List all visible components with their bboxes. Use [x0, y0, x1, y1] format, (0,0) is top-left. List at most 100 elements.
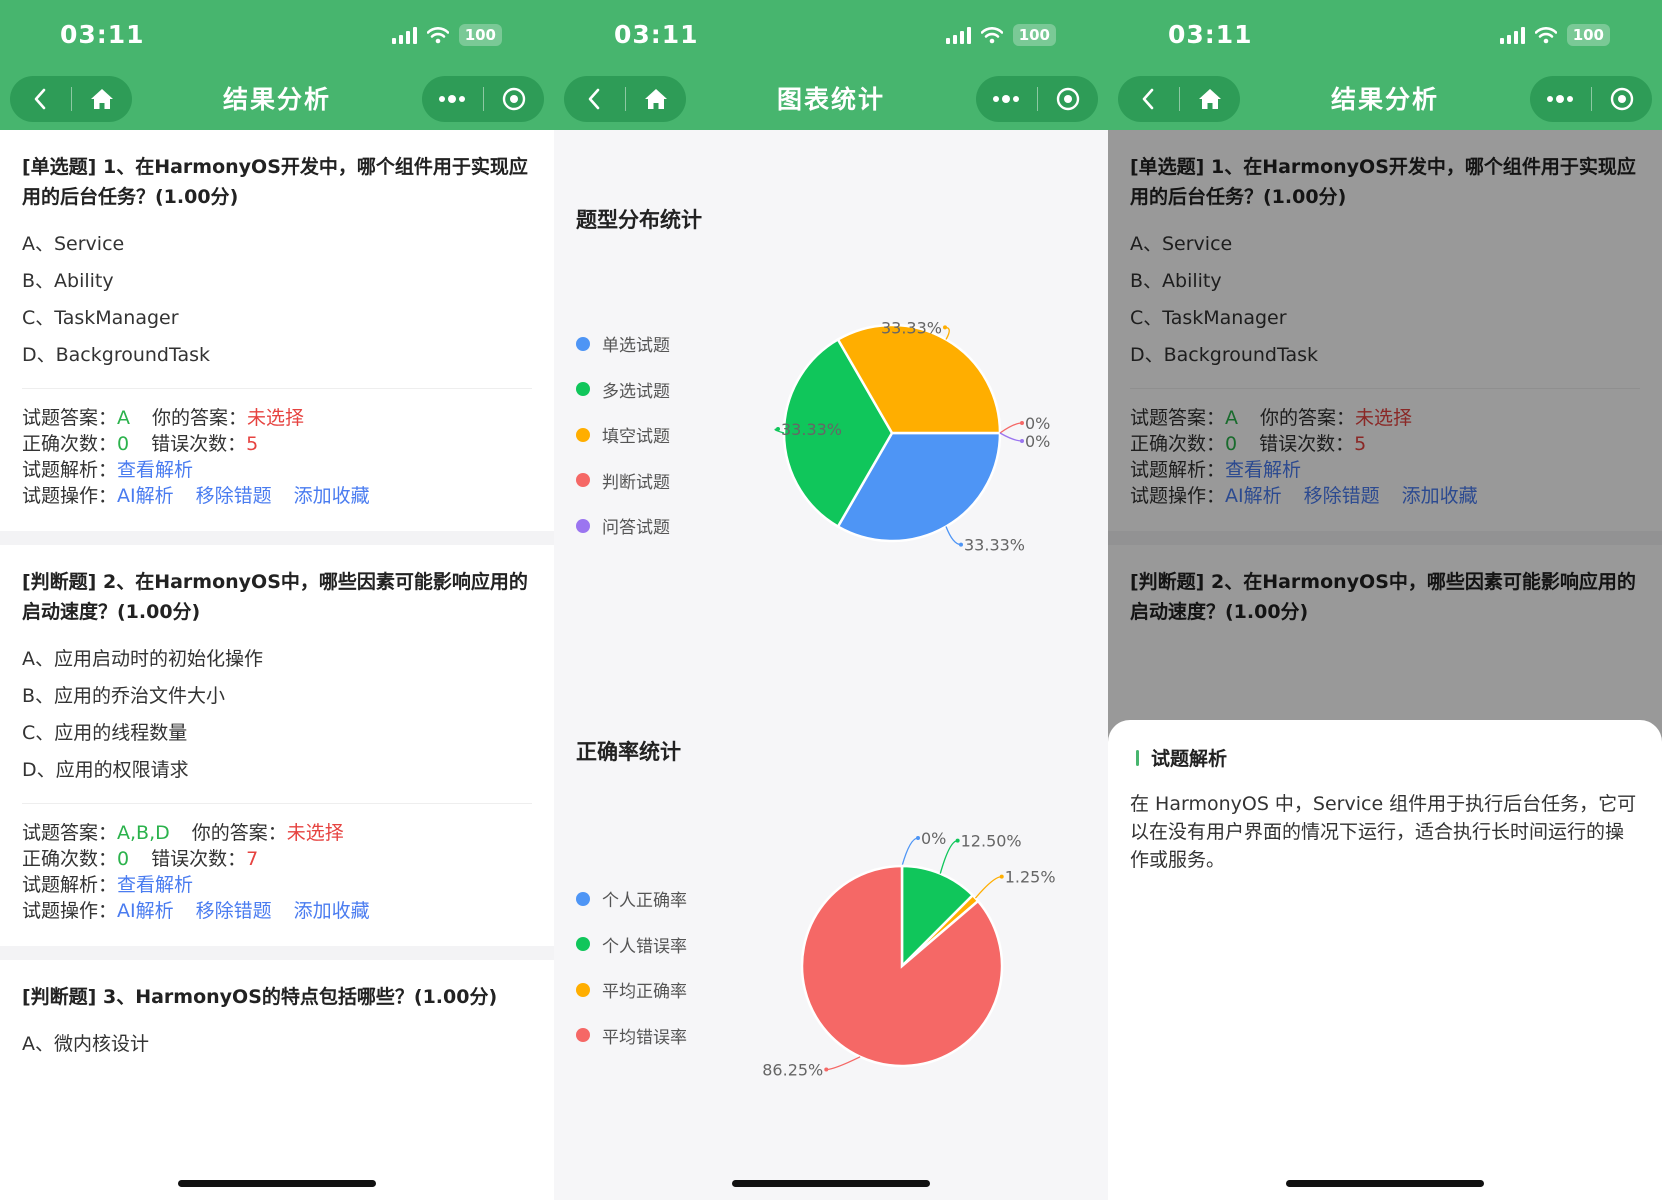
wifi-icon — [980, 26, 1003, 43]
option-d: D、应用的权限请求 — [22, 759, 189, 781]
pie-chart-type-distribution: 33.33% 33.33% 33.33% 0%0% — [774, 318, 1050, 555]
data-label: 0% — [1025, 432, 1050, 451]
add-favorite-link[interactable]: 添加收藏 — [294, 898, 370, 924]
data-label: 33.33% — [964, 536, 1025, 555]
correct-answer-value: A,B,D — [117, 822, 170, 844]
status-bar: 03:11 100 — [0, 0, 554, 72]
more-dots-icon — [439, 95, 466, 103]
screen-result-analysis-explanation: 03:11 100 结果分析 [单选题] 1、在HarmonyOS开发中，哪个组… — [1108, 0, 1662, 1200]
your-answer-label: 你的答案： — [152, 407, 248, 429]
leader-line — [999, 432, 1023, 442]
question-options: A、Service B、Ability C、TaskManager D、Back… — [22, 226, 532, 389]
question-title: [单选题] 1、在HarmonyOS开发中，哪个组件用于实现应用的后台任务？(1… — [22, 156, 528, 208]
view-explanation-link[interactable]: 查看解析 — [117, 457, 193, 483]
answer-row: 试题答案： A 你的答案： 未选择 — [22, 405, 532, 431]
data-label: 12.50% — [961, 832, 1022, 851]
nav-bar: 结果分析 — [1108, 72, 1662, 130]
more-dots-icon — [1547, 95, 1574, 103]
correct-count-value: 0 — [117, 848, 130, 870]
operations-label: 试题操作： — [22, 485, 118, 507]
option-b: B、Ability — [22, 270, 114, 292]
data-label: 33.33% — [881, 318, 942, 337]
sheet-title-text: 试题解析 — [1151, 748, 1228, 770]
chart-title-type-distribution: 题型分布统计 — [576, 208, 702, 232]
operations-label: 试题操作： — [22, 900, 118, 922]
nav-capsule-right — [1530, 76, 1652, 122]
count-row: 正确次数： 0 错误次数： 7 — [22, 846, 532, 872]
target-circle-icon — [1610, 87, 1633, 111]
status-bar: 03:11 100 — [1108, 0, 1662, 72]
battery-indicator: 100 — [458, 24, 502, 46]
your-answer-value: 未选择 — [286, 822, 344, 844]
close-miniapp-button[interactable] — [483, 76, 544, 122]
ai-explanation-link[interactable]: AI解析 — [117, 898, 174, 924]
remove-wrong-link[interactable]: 移除错题 — [196, 898, 272, 924]
leader-line — [945, 526, 962, 546]
leader-dot — [824, 1067, 829, 1072]
status-time: 03:11 — [614, 20, 699, 49]
wrong-count-label: 错误次数： — [151, 848, 247, 870]
wrong-count-value: 7 — [246, 848, 259, 870]
explanation-label: 试题解析： — [22, 874, 118, 896]
close-miniapp-button[interactable] — [1037, 76, 1098, 122]
close-miniapp-button[interactable] — [1591, 76, 1652, 122]
correct-answer-value: A — [117, 407, 131, 429]
leader-dot — [999, 874, 1004, 879]
leader-dot — [955, 838, 960, 843]
operations-row: 试题操作： AI解析 移除错题 添加收藏 — [22, 483, 532, 509]
sheet-body-text: 在 HarmonyOS 中，Service 组件用于执行后台任务，它可以在没有用… — [1130, 793, 1637, 871]
ai-explanation-link[interactable]: AI解析 — [117, 483, 174, 509]
leader-dot — [776, 427, 780, 431]
question-card: [判断题] 3、HarmonyOS的特点包括哪些？(1.00分) A、微内核设计 — [0, 960, 554, 1091]
add-favorite-link[interactable]: 添加收藏 — [294, 483, 370, 509]
wifi-icon — [1534, 26, 1557, 43]
more-dots-icon — [993, 95, 1020, 103]
your-answer-label: 你的答案： — [191, 822, 287, 844]
wrong-count-value: 5 — [246, 433, 259, 455]
nav-bar: 结果分析 — [0, 72, 554, 130]
option-d: D、BackgroundTask — [22, 344, 210, 366]
view-explanation-link[interactable]: 查看解析 — [117, 872, 193, 898]
correct-count-value: 0 — [117, 433, 130, 455]
answer-label: 试题答案： — [22, 407, 118, 429]
data-label: 0% — [921, 829, 946, 848]
more-button[interactable] — [1530, 76, 1591, 122]
question-list: [单选题] 1、在HarmonyOS开发中，哪个组件用于实现应用的后台任务？(1… — [0, 130, 554, 1200]
question-card: [判断题] 2、在HarmonyOS中，哪些因素可能影响应用的启动速度？(1.0… — [0, 545, 554, 960]
accent-bar — [1136, 749, 1139, 766]
home-indicator — [1286, 1180, 1484, 1187]
leader-dot — [916, 836, 920, 840]
signal-icon — [1499, 26, 1525, 44]
chart-title-accuracy: 正确率统计 — [576, 740, 681, 764]
option-a: A、微内核设计 — [22, 1033, 149, 1055]
more-button[interactable] — [976, 76, 1037, 122]
signal-icon — [945, 26, 971, 44]
option-c: C、TaskManager — [22, 307, 179, 329]
correct-count-label: 正确次数： — [22, 433, 118, 455]
wifi-icon — [426, 26, 449, 43]
battery-indicator: 100 — [1566, 24, 1610, 46]
status-time: 03:11 — [60, 20, 145, 49]
explanation-row: 试题解析： 查看解析 — [22, 457, 532, 483]
target-circle-icon — [1056, 87, 1079, 111]
option-a: A、Service — [22, 233, 125, 255]
wrong-count-label: 错误次数： — [151, 433, 247, 455]
leader-dot — [1020, 439, 1024, 443]
leader-dot — [1020, 421, 1024, 425]
data-label: 86.25% — [762, 1061, 823, 1080]
leader-dot — [943, 325, 947, 330]
question-title: [判断题] 2、在HarmonyOS中，哪些因素可能影响应用的启动速度？(1.0… — [22, 571, 528, 623]
status-bar: 03:11 100 — [554, 0, 1108, 72]
option-b: B、应用的乔治文件大小 — [22, 685, 226, 707]
answer-row: 试题答案： A,B,D 你的答案： 未选择 — [22, 820, 532, 846]
remove-wrong-link[interactable]: 移除错题 — [196, 483, 272, 509]
target-circle-icon — [502, 87, 525, 111]
more-button[interactable] — [422, 76, 483, 122]
status-time: 03:11 — [1168, 20, 1253, 49]
leader-line — [974, 875, 1002, 899]
data-label: 33.33% — [781, 420, 842, 439]
screen-chart-statistics: 03:11 100 图表统计 题型分布统计 单选试题 多选试题 填空试题 判断试题 问答… — [554, 0, 1108, 1200]
data-label: 1.25% — [1005, 868, 1056, 887]
answer-label: 试题答案： — [22, 822, 118, 844]
question-options: A、微内核设计 — [22, 1026, 532, 1077]
